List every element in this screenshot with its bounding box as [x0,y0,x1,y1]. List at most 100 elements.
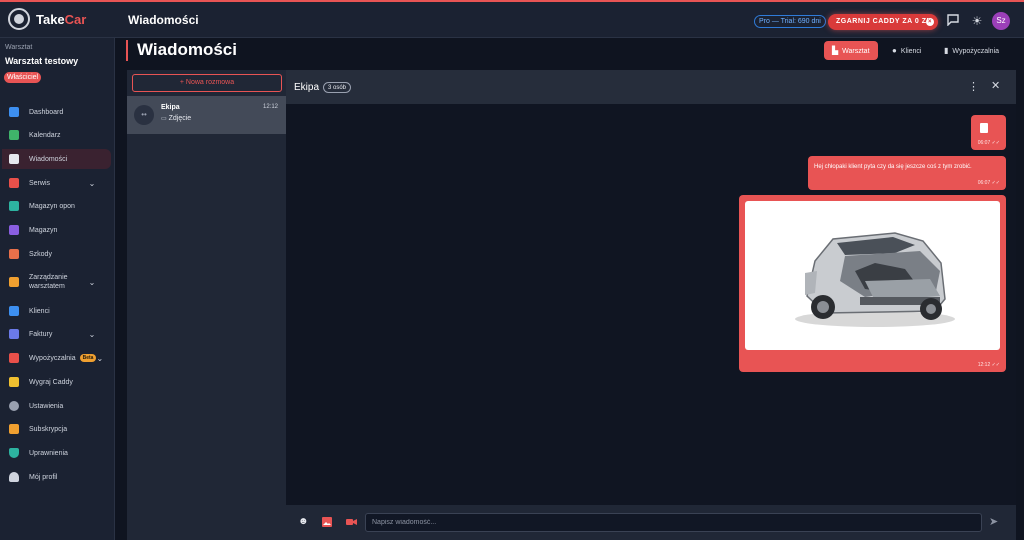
tab-rental[interactable]: ▮ Wypożyczalnia [936,41,1007,60]
video-upload-icon[interactable] [346,517,357,527]
group-avatar-icon: •• [134,105,154,125]
sidebar-item-service[interactable]: Serwis ⌄ [0,173,112,193]
close-icon[interactable]: ✕ [991,79,1000,92]
chat-icon [9,154,19,164]
chat-icon[interactable] [946,14,960,28]
chevron-down-icon[interactable]: ⌄ [86,278,98,287]
page-title: Wiadomości [137,40,237,59]
sidebar-item-label: Wiadomości [29,155,68,163]
beta-badge: Beta [79,354,97,362]
sidebar-item-invoices[interactable]: Faktury ⌄ [0,324,112,344]
chat-title: Ekipa [294,82,320,93]
conversation-preview-text: Zdjęcie [168,115,192,122]
sidebar-item-win-caddy[interactable]: Wygraj Caddy [0,372,112,392]
promo-button[interactable]: ZGARNIJ CADDY ZA 0 ZŁ × [828,14,938,30]
sidebar-item-label: Ustawienia [29,402,64,410]
sidebar-item-messages[interactable]: Wiadomości [2,149,111,169]
wrench-icon [9,178,19,188]
logo-icon [8,8,30,30]
theme-toggle-icon[interactable]: ☀ [970,14,984,28]
sidebar-item-rental[interactable]: Wypożyczalnia Beta ⌄ [0,348,112,368]
top-bar-title: Wiadomości [128,13,199,27]
sidebar-item-tire-warehouse[interactable]: Magazyn opon [0,196,112,216]
close-icon[interactable]: × [926,18,934,26]
dashboard-icon [9,107,19,117]
box-icon [9,225,19,235]
gear-icon [9,401,19,411]
send-icon[interactable]: ➤ [989,515,998,528]
promo-button-label: ZGARNIJ CADDY ZA 0 ZŁ [836,18,932,25]
sidebar-item-label: Dashboard [29,108,64,116]
sidebar-item-dashboard[interactable]: Dashboard [0,102,112,122]
sidebar-item-my-profile[interactable]: Mój profil [0,467,112,487]
sidebar-item-clients[interactable]: Klienci [0,301,112,321]
users-icon [9,306,19,316]
sidebar-item-settings[interactable]: Ustawienia [0,396,112,416]
sidebar: Warsztat Warsztat testowy Właściciel Das… [0,38,115,540]
sidebar-item-subscription[interactable]: Subskrypcja [0,419,112,439]
tire-warehouse-icon [9,201,19,211]
sidebar-item-permissions[interactable]: Uprawnienia [0,443,112,463]
workspace-name[interactable]: Warsztat testowy [5,56,78,66]
new-conversation-button[interactable]: + Nowa rozmowa [132,74,282,92]
sidebar-item-label: Magazyn [29,226,58,234]
file-icon [980,123,988,133]
emoji-icon[interactable]: ☻ [298,517,309,527]
avatar[interactable]: Sz [992,12,1010,30]
message-text[interactable]: Hej chłopaki klient pyta czy da się jesz… [808,156,1006,190]
sidebar-item-damages[interactable]: Szkody [0,244,112,264]
message-composer: ☻ ➤ [286,505,1016,540]
photo-icon: ▭ [161,116,167,122]
damaged-car-photo[interactable] [745,201,1000,350]
person-icon [9,472,19,482]
chat-panel: Ekipa 3 osób ⋮ ✕ 06:07 ✓✓ Hej chłopaki k… [286,70,1016,540]
tab-clients[interactable]: ● Klienci [884,41,929,60]
invoice-icon [9,329,19,339]
message-image[interactable]: 12:12 ✓✓ [739,195,1006,372]
message-file[interactable]: 06:07 ✓✓ [971,115,1006,150]
trial-badge[interactable]: Pro — Trial: 690 dni [754,15,826,28]
sidebar-item-workshop-management[interactable]: Zarządzanie warsztatem ⌄ [0,268,112,296]
conversation-name: Ekipa [161,104,180,111]
logo[interactable]: TakeCar [8,8,86,30]
more-options-icon[interactable]: ⋮ [968,80,979,93]
chevron-down-icon[interactable]: ⌄ [96,354,103,363]
sidebar-item-label: Zarządzanie warsztatem [29,274,68,290]
hammer-icon [9,249,19,259]
message-time: 12:12 ✓✓ [977,362,1000,368]
sidebar-item-label: Subskrypcja [29,425,68,433]
top-bar: TakeCar Wiadomości Pro — Trial: 690 dni … [0,0,1024,38]
sidebar-item-label: Wypożyczalnia [29,354,76,362]
workspace-label: Warsztat [5,44,33,51]
chat-header: Ekipa 3 osób ⋮ ✕ [286,70,1016,104]
tab-workshop[interactable]: ▙ Warsztat [824,41,878,60]
sidebar-item-calendar[interactable]: Kalendarz [0,125,112,145]
logo-text-accent: Car [64,11,87,27]
message-time: 06:07 ✓✓ [977,140,1000,146]
logo-text: Take [36,11,65,27]
tools-icon [9,277,19,287]
sidebar-item-warehouse[interactable]: Magazyn [0,220,112,240]
building-icon: ▙ [832,46,839,55]
conversation-time: 12:12 [262,104,278,110]
chevron-down-icon[interactable]: ⌄ [86,330,98,339]
conversation-item[interactable]: •• Ekipa 12:12 ▭ Zdjęcie [127,96,286,134]
sidebar-item-label: Wygraj Caddy [29,378,73,386]
message-input[interactable] [365,513,982,532]
sidebar-item-label: Kalendarz [29,131,61,139]
sidebar-item-label: Serwis [29,179,51,187]
message-body: Hej chłopaki klient pyta czy da się jesz… [814,164,972,170]
title-accent-bar [126,40,128,61]
chevron-down-icon[interactable]: ⌄ [86,179,98,188]
sidebar-item-label: Uprawnienia [29,449,68,457]
person-icon: ● [892,46,897,55]
sidebar-item-label: Mój profil [29,473,58,481]
sidebar-item-label: Magazyn opon [29,202,75,210]
conversation-preview: ▭ Zdjęcie [161,115,191,122]
tab-label: Warsztat [842,48,870,55]
conversation-list: + Nowa rozmowa •• Ekipa 12:12 ▭ Zdjęcie [127,70,286,540]
image-upload-icon[interactable] [322,517,332,527]
sidebar-item-label: Klienci [29,307,50,315]
role-badge: Właściciel [4,72,42,83]
member-count-badge[interactable]: 3 osób [323,82,352,93]
